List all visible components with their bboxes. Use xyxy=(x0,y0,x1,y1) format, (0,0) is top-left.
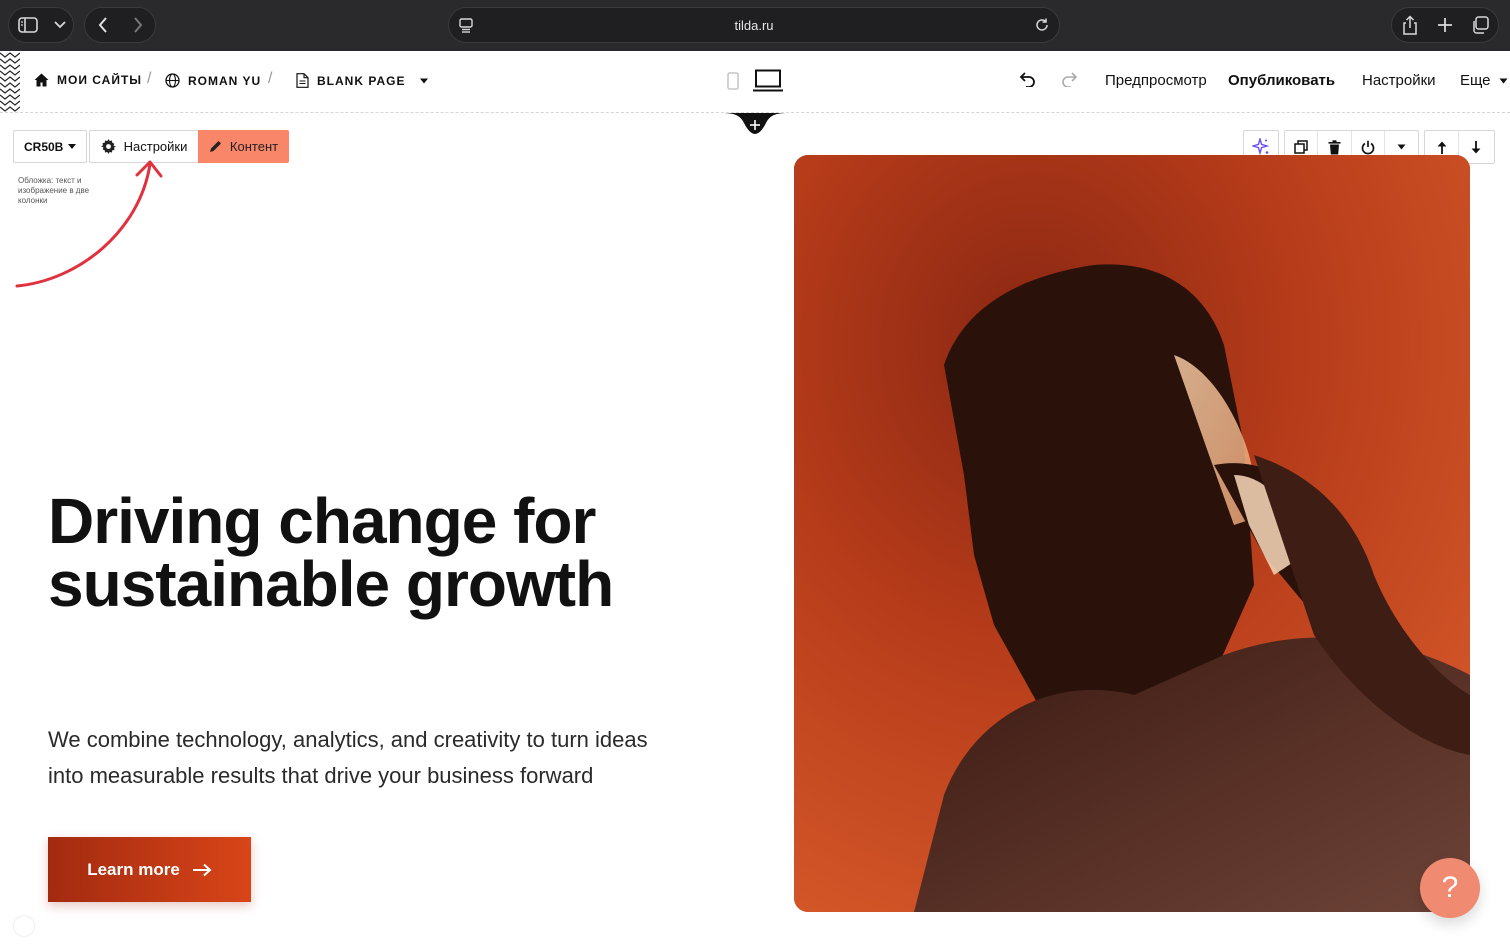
device-switcher xyxy=(727,69,783,93)
forward-button[interactable] xyxy=(120,8,155,42)
block-content-button[interactable]: Контент xyxy=(198,130,289,163)
breadcrumb-label: Blank Page xyxy=(317,73,406,88)
learn-more-label: Learn more xyxy=(87,859,180,879)
arrow-right-icon xyxy=(192,863,212,876)
page-icon xyxy=(296,73,309,88)
desktop-view-icon[interactable] xyxy=(753,69,783,93)
arrow-up-icon xyxy=(1437,141,1446,154)
scroll-indicator xyxy=(13,915,35,937)
hero-image xyxy=(794,155,1470,912)
caret-down-icon xyxy=(68,144,77,149)
sidebar-icon xyxy=(18,17,38,33)
learn-more-button[interactable]: Learn more xyxy=(48,837,251,902)
browser-toolbar: tilda.ru xyxy=(0,0,1510,51)
share-button[interactable] xyxy=(1392,8,1427,42)
block-content-label: Контент xyxy=(229,139,279,154)
back-button[interactable] xyxy=(85,8,120,42)
breadcrumb-page[interactable]: Blank Page xyxy=(296,73,429,88)
chevron-left-icon xyxy=(98,17,107,33)
publish-link[interactable]: Опубликовать xyxy=(1228,72,1335,89)
address-bar[interactable]: tilda.ru xyxy=(448,7,1060,43)
sparkle-icon xyxy=(1252,138,1270,156)
sidebar-toggle-group xyxy=(8,7,74,43)
caret-down-icon xyxy=(1499,78,1508,84)
duplicate-icon xyxy=(1294,140,1308,154)
more-menu[interactable]: Еще xyxy=(1460,72,1508,89)
globe-icon xyxy=(165,73,180,88)
chevron-right-icon xyxy=(133,17,142,33)
chevron-down-icon xyxy=(54,21,66,29)
breadcrumb-label: Мои сайты xyxy=(57,73,143,87)
help-button[interactable]: ? xyxy=(1420,858,1480,918)
share-icon xyxy=(1402,15,1417,35)
power-icon xyxy=(1361,140,1374,154)
pencil-icon xyxy=(209,141,221,152)
hero-title: Driving change for sustainable growth xyxy=(48,485,614,620)
breadcrumb-my-sites[interactable]: Мои сайты xyxy=(34,73,142,87)
breadcrumb-separator: / xyxy=(147,70,152,87)
trash-icon xyxy=(1328,139,1341,154)
man-silhouette-image xyxy=(794,155,1470,912)
tab-group-dropdown[interactable] xyxy=(47,8,73,42)
sidebar-toggle-button[interactable] xyxy=(9,8,47,42)
breadcrumb-separator: / xyxy=(268,70,273,87)
home-icon xyxy=(34,73,49,87)
plus-icon xyxy=(1437,18,1452,32)
settings-link[interactable]: Настройки xyxy=(1362,72,1436,89)
caret-down-icon xyxy=(1397,144,1406,150)
preview-link[interactable]: Предпросмотр xyxy=(1105,72,1207,89)
more-label: Еще xyxy=(1460,72,1491,89)
editor-topbar: Мои сайты / Roman Yu / Blank Page Предпр… xyxy=(0,51,1510,113)
hero-subtitle: We combine technology, analytics, and cr… xyxy=(48,727,648,788)
arrow-down-icon xyxy=(1471,140,1481,153)
caret-down-icon[interactable] xyxy=(419,78,429,84)
undo-icon[interactable] xyxy=(1017,71,1037,87)
mobile-view-icon[interactable] xyxy=(727,72,739,90)
tab-overview-button[interactable] xyxy=(1463,8,1498,42)
reload-icon[interactable] xyxy=(1033,16,1051,39)
annotation-arrow xyxy=(15,160,163,288)
tabs-icon xyxy=(1473,16,1490,34)
new-tab-button[interactable] xyxy=(1427,8,1462,42)
redo-icon[interactable] xyxy=(1060,71,1080,87)
decorative-pattern xyxy=(0,52,20,112)
breadcrumb-project[interactable]: Roman Yu xyxy=(165,73,261,88)
history-nav xyxy=(84,7,156,43)
add-block-button[interactable] xyxy=(722,113,788,135)
breadcrumb-label: Roman Yu xyxy=(188,73,262,88)
url-text: tilda.ru xyxy=(734,18,774,33)
window-actions xyxy=(1391,7,1499,43)
